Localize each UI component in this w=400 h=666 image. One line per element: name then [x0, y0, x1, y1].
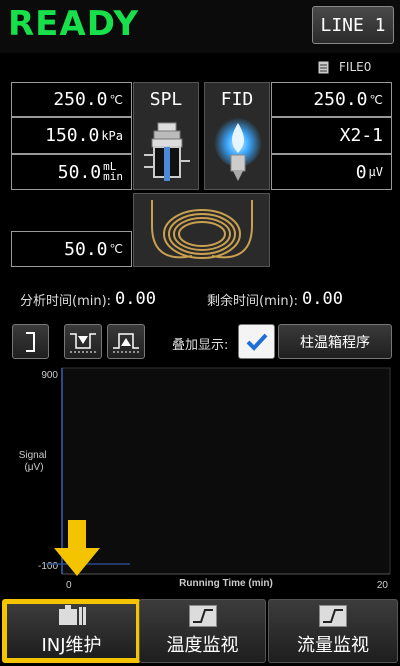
nav-temperature-monitor[interactable]: 温度监视: [139, 599, 266, 663]
pressure-field[interactable]: 150.0 kPa: [11, 117, 132, 154]
oven-temperature-field[interactable]: 50.0 ℃: [11, 231, 132, 267]
x-tick-label: 20: [377, 580, 389, 591]
oven-temp-unit: ℃: [109, 242, 123, 256]
file-indicator: FILE0: [318, 60, 371, 74]
remaining-time: 剩余时间(min): 0.00: [207, 289, 343, 309]
step-graph-icon: [188, 605, 217, 627]
injector-tools-icon: [58, 605, 86, 625]
oven-program-button[interactable]: 柱温箱程序: [278, 324, 392, 359]
remaining-time-value: 0.00: [302, 289, 343, 309]
spl-panel[interactable]: SPL: [133, 82, 199, 190]
column-oven-panel[interactable]: [133, 193, 270, 267]
fid-temperature-field[interactable]: 250.0 ℃: [271, 82, 392, 117]
plot-area: [61, 367, 391, 575]
scale-up-button[interactable]: [107, 324, 145, 359]
nav-flow-monitor[interactable]: 流量监视: [268, 599, 398, 663]
analysis-time-label: 分析时间(min):: [20, 293, 112, 309]
fid-title: FID: [220, 89, 254, 110]
nav-inj-maintenance[interactable]: INJ维护: [2, 599, 141, 663]
nav-label: INJ维护: [41, 635, 102, 656]
column-name-field[interactable]: X2-1: [271, 117, 392, 154]
arrow-down-icon: [54, 520, 100, 576]
file-name: FILE0: [339, 60, 372, 74]
spl-title: SPL: [149, 89, 183, 110]
spl-temp-unit: ℃: [109, 92, 123, 107]
scale-down-button[interactable]: [64, 324, 102, 359]
x-tick-label: 0: [66, 580, 72, 591]
line-select-button[interactable]: LINE 1: [312, 6, 394, 44]
x-axis-label: Running Time (min): [179, 578, 273, 589]
overlay-label: 叠加显示:: [172, 338, 229, 353]
spl-temp-value: 250.0: [53, 89, 108, 110]
signal-field[interactable]: 0 μV: [271, 154, 392, 190]
checkmark-icon: [246, 333, 267, 351]
y-axis-label-line2: (μV): [24, 462, 43, 473]
nav-label: 流量监视: [297, 635, 369, 656]
step-graph-icon: [319, 605, 347, 627]
column-coil-icon: [151, 200, 253, 259]
remaining-time-label: 剩余时间(min):: [207, 293, 299, 309]
file-icon: [318, 61, 329, 73]
fid-panel[interactable]: FID: [204, 82, 270, 190]
overlay-checkbox[interactable]: [238, 324, 275, 359]
y-tick-label: 900: [41, 370, 58, 381]
zoom-reset-button[interactable]: [12, 324, 49, 359]
column-name-value: X2-1: [339, 125, 383, 146]
signal-value: 0: [355, 161, 367, 183]
y-axis-label-line1: Signal: [19, 450, 47, 461]
pressure-unit: kPa: [101, 128, 123, 143]
flow-field[interactable]: 50.0 mL min: [11, 154, 132, 190]
fid-temp-unit: ℃: [369, 92, 383, 107]
bracket-icon: [25, 331, 35, 352]
oven-temp-value: 50.0: [64, 238, 108, 260]
fid-temp-value: 250.0: [313, 89, 368, 110]
pressure-value: 150.0: [45, 125, 100, 146]
flow-unit: mL min: [103, 161, 123, 183]
flame-icon: [214, 115, 262, 181]
status-indicator: READY: [8, 4, 140, 44]
flow-value: 50.0: [57, 161, 102, 183]
flow-unit-bottom: min: [103, 170, 123, 183]
nav-label: 温度监视: [166, 635, 239, 656]
scale-up-icon: [113, 332, 139, 352]
injector-icon: [144, 122, 190, 181]
signal-unit: μV: [368, 165, 383, 179]
analysis-time: 分析时间(min): 0.00: [20, 289, 156, 309]
scale-down-icon: [70, 332, 96, 352]
analysis-time-value: 0.00: [115, 289, 156, 309]
spl-temperature-field[interactable]: 250.0 ℃: [11, 82, 132, 117]
